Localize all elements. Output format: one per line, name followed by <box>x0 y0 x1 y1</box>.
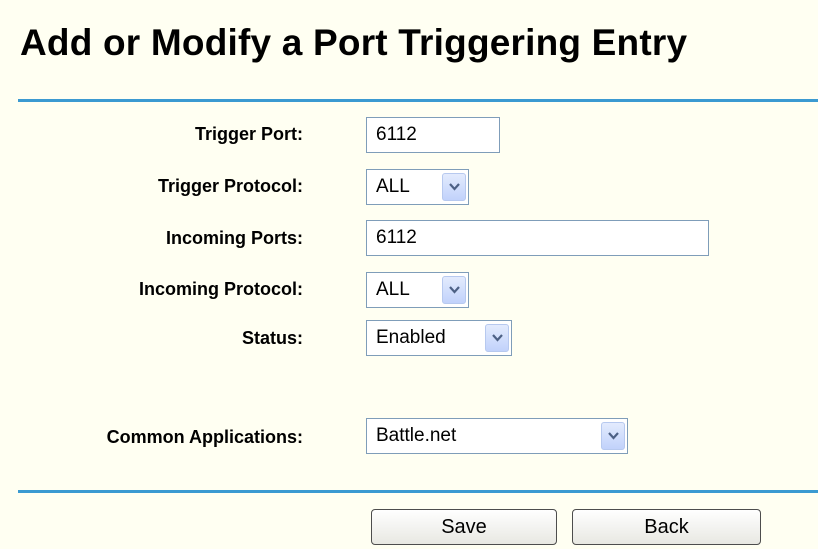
trigger-protocol-value: ALL <box>376 176 410 197</box>
common-applications-label: Common Applications: <box>106 427 303 447</box>
incoming-protocol-select[interactable]: ALL <box>366 272 469 308</box>
top-divider <box>18 99 818 102</box>
status-select[interactable]: Enabled <box>366 320 512 356</box>
bottom-divider <box>18 490 818 493</box>
common-applications-value: Battle.net <box>376 425 457 446</box>
trigger-protocol-label: Trigger Protocol: <box>157 176 303 196</box>
status-value: Enabled <box>376 327 446 348</box>
save-button[interactable]: Save <box>371 509 557 545</box>
chevron-down-icon[interactable] <box>442 276 466 304</box>
incoming-ports-input[interactable]: 6112 <box>366 220 709 256</box>
chevron-down-icon[interactable] <box>442 173 466 201</box>
chevron-down-icon[interactable] <box>601 422 625 450</box>
trigger-port-label: Trigger Port: <box>194 124 303 144</box>
status-label: Status: <box>241 328 303 348</box>
trigger-port-input[interactable]: 6112 <box>366 117 500 153</box>
trigger-protocol-select[interactable]: ALL <box>366 169 469 205</box>
chevron-down-icon[interactable] <box>485 324 509 352</box>
common-applications-select[interactable]: Battle.net <box>366 418 628 454</box>
incoming-protocol-label: Incoming Protocol: <box>139 279 303 299</box>
page-title: Add or Modify a Port Triggering Entry <box>20 22 688 63</box>
incoming-protocol-value: ALL <box>376 279 410 300</box>
back-button[interactable]: Back <box>572 509 761 545</box>
incoming-ports-label: Incoming Ports: <box>165 228 303 248</box>
